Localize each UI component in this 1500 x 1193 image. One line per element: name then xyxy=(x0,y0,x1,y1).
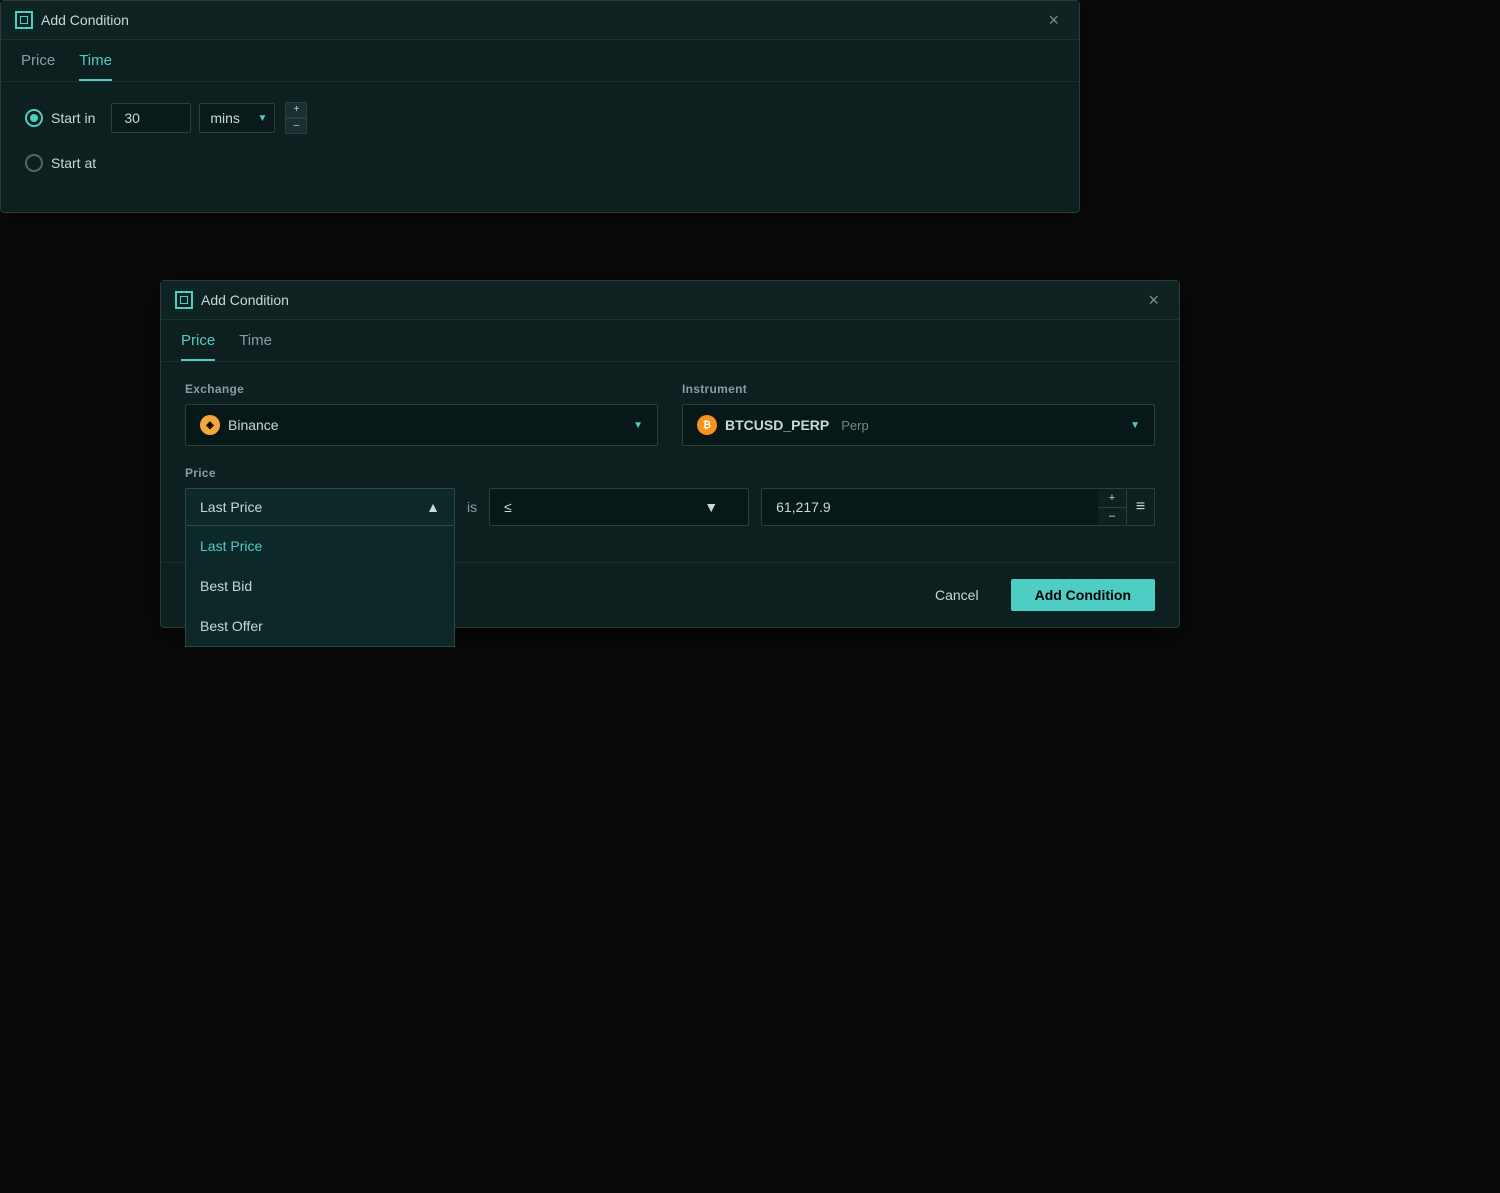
comparator-symbol: ≤ xyxy=(504,499,512,515)
is-label: is xyxy=(467,499,477,515)
comparator-arrow: ▼ xyxy=(704,499,718,515)
fg-close-button[interactable]: × xyxy=(1142,289,1165,311)
bg-tab-price[interactable]: Price xyxy=(21,52,55,81)
start-at-row: Start at xyxy=(25,154,1055,172)
start-in-input-group: mins hours + – xyxy=(111,102,307,134)
value-input-group: + – ≡ xyxy=(761,488,1155,526)
exchange-selected-label: Binance xyxy=(228,417,279,433)
start-in-unit-wrapper: mins hours xyxy=(199,103,275,133)
fg-tab-time[interactable]: Time xyxy=(239,332,272,361)
price-type-selected: Last Price xyxy=(200,499,262,515)
start-at-radio[interactable] xyxy=(25,154,43,172)
instrument-arrow-icon: ▼ xyxy=(1130,420,1140,431)
start-at-label-text: Start at xyxy=(51,155,96,171)
background-dialog: Add Condition × Price Time Start in mins… xyxy=(0,0,1080,213)
exchange-arrow-icon: ▼ xyxy=(633,420,643,431)
bg-dialog-logo xyxy=(15,11,33,29)
fg-dialog-title: Add Condition xyxy=(201,292,289,308)
binance-icon: ◈ xyxy=(200,415,220,435)
add-condition-button[interactable]: Add Condition xyxy=(1011,579,1155,611)
start-in-radio[interactable] xyxy=(25,109,43,127)
exchange-col: Exchange ◈ Binance ▼ xyxy=(185,382,658,446)
price-option-best-offer[interactable]: Best Offer xyxy=(186,606,454,646)
price-type-menu: Last Price Best Bid Best Offer xyxy=(185,526,455,647)
exchange-instrument-row: Exchange ◈ Binance ▼ Instrument ₿ BTCUSD… xyxy=(185,382,1155,446)
bg-tab-time[interactable]: Time xyxy=(79,52,112,81)
fg-dialog-logo xyxy=(175,291,193,309)
instrument-col: Instrument ₿ BTCUSD_PERP Perp ▼ xyxy=(682,382,1155,446)
start-in-stepper: + – xyxy=(285,102,307,134)
start-in-value-input[interactable] xyxy=(111,103,191,133)
instrument-icon-group: ₿ BTCUSD_PERP Perp xyxy=(697,415,869,435)
price-type-dropdown: Last Price ▲ Last Price Best Bid Best Of… xyxy=(185,488,455,526)
fg-titlebar: Add Condition × xyxy=(161,281,1179,320)
start-at-radio-label[interactable]: Start at xyxy=(25,154,96,172)
instrument-label: Instrument xyxy=(682,382,1155,396)
fg-dialog-body: Exchange ◈ Binance ▼ Instrument ₿ BTCUSD… xyxy=(161,362,1179,562)
exchange-icon-group: ◈ Binance xyxy=(200,415,279,435)
instrument-dropdown[interactable]: ₿ BTCUSD_PERP Perp ▼ xyxy=(682,404,1155,446)
exchange-label: Exchange xyxy=(185,382,658,396)
foreground-dialog: Add Condition × Price Time Exchange ◈ Bi… xyxy=(160,280,1180,628)
price-decrement-btn[interactable]: – xyxy=(1098,508,1126,526)
comparator-dropdown[interactable]: ≤ ▼ xyxy=(489,488,749,526)
price-option-last-price[interactable]: Last Price xyxy=(186,526,454,566)
bg-tabs: Price Time xyxy=(1,40,1079,82)
price-option-best-bid[interactable]: Best Bid xyxy=(186,566,454,606)
price-value-input[interactable] xyxy=(761,488,1098,526)
price-type-arrow: ▲ xyxy=(426,499,440,515)
instrument-type-label: Perp xyxy=(841,418,868,433)
exchange-dropdown[interactable]: ◈ Binance ▼ xyxy=(185,404,658,446)
fg-tab-price[interactable]: Price xyxy=(181,332,215,361)
bitcoin-icon: ₿ xyxy=(697,415,717,435)
fg-tabs: Price Time xyxy=(161,320,1179,362)
instrument-name-label: BTCUSD_PERP xyxy=(725,417,829,433)
fg-titlebar-left: Add Condition xyxy=(175,291,289,309)
start-in-radio-label[interactable]: Start in xyxy=(25,109,95,127)
start-in-decrement[interactable]: – xyxy=(285,118,307,134)
start-in-label-text: Start in xyxy=(51,110,95,126)
bg-close-button[interactable]: × xyxy=(1042,9,1065,31)
bg-logo-inner xyxy=(20,16,28,24)
cancel-button[interactable]: Cancel xyxy=(915,579,999,611)
bg-dialog-body: Start in mins hours + – Star xyxy=(1,82,1079,212)
price-increment-btn[interactable]: + xyxy=(1098,489,1126,508)
bg-titlebar-left: Add Condition xyxy=(15,11,129,29)
price-type-trigger[interactable]: Last Price ▲ xyxy=(185,488,455,526)
fg-logo-inner xyxy=(180,296,188,304)
bg-dialog-title: Add Condition xyxy=(41,12,129,28)
start-in-row: Start in mins hours + – xyxy=(25,102,1055,134)
price-menu-icon-btn[interactable]: ≡ xyxy=(1127,488,1155,526)
price-section-label: Price xyxy=(185,466,1155,480)
bg-titlebar: Add Condition × xyxy=(1,1,1079,40)
price-value-stepper: + – xyxy=(1098,488,1127,526)
start-in-unit-select[interactable]: mins hours xyxy=(199,103,275,133)
start-in-increment[interactable]: + xyxy=(285,102,307,118)
price-section: Price Last Price ▲ Last Price Best Bid B… xyxy=(185,466,1155,526)
price-row: Last Price ▲ Last Price Best Bid Best Of… xyxy=(185,488,1155,526)
